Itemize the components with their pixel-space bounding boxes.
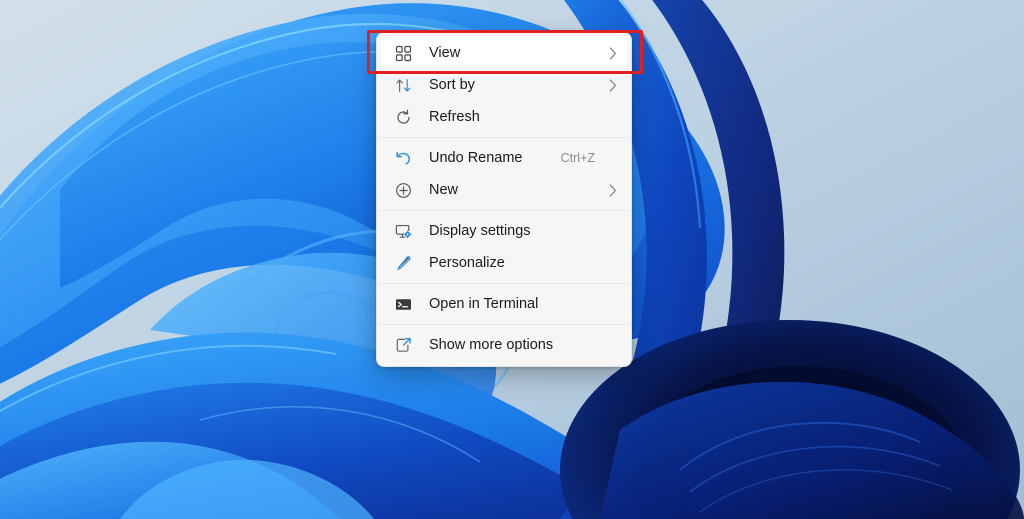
refresh-icon bbox=[393, 107, 413, 127]
menu-item-display-settings[interactable]: Display settings bbox=[381, 215, 627, 247]
plus-circle-icon bbox=[393, 180, 413, 200]
menu-item-label: Show more options bbox=[429, 336, 554, 353]
menu-item-sort-by[interactable]: Sort by bbox=[381, 69, 627, 101]
menu-separator bbox=[378, 210, 630, 211]
menu-separator bbox=[378, 283, 630, 284]
menu-item-show-more-options[interactable]: Show more options bbox=[381, 329, 627, 361]
menu-item-undo-rename[interactable]: Undo Rename Ctrl+Z bbox=[381, 142, 627, 174]
desktop-screen: View Sort by Refresh Undo Rename Ctrl+Z … bbox=[0, 0, 1024, 519]
paintbrush-icon bbox=[393, 253, 413, 273]
grid-view-icon bbox=[393, 43, 413, 63]
chevron-right-icon bbox=[603, 78, 617, 92]
chevron-right-icon bbox=[603, 183, 617, 197]
menu-item-open-in-terminal[interactable]: Open in Terminal bbox=[381, 288, 627, 320]
monitor-gear-icon bbox=[393, 221, 413, 241]
menu-item-label: Open in Terminal bbox=[429, 295, 539, 312]
menu-item-label: Personalize bbox=[429, 254, 505, 271]
menu-item-label: Display settings bbox=[429, 222, 531, 239]
menu-item-new[interactable]: New bbox=[381, 174, 627, 206]
menu-item-refresh[interactable]: Refresh bbox=[381, 101, 627, 133]
chevron-right-icon bbox=[603, 46, 617, 60]
sort-arrows-icon bbox=[393, 75, 413, 95]
menu-separator bbox=[378, 324, 630, 325]
expand-arrow-icon bbox=[393, 335, 413, 355]
menu-item-label: Undo Rename bbox=[429, 149, 523, 166]
menu-item-label: New bbox=[429, 181, 459, 198]
menu-item-shortcut: Ctrl+Z bbox=[560, 151, 595, 165]
menu-item-view[interactable]: View bbox=[381, 37, 627, 69]
menu-separator bbox=[378, 137, 630, 138]
menu-item-label: Sort by bbox=[429, 76, 475, 93]
desktop-context-menu[interactable]: View Sort by Refresh Undo Rename Ctrl+Z … bbox=[376, 32, 632, 367]
menu-item-label: Refresh bbox=[429, 108, 480, 125]
undo-icon bbox=[393, 148, 413, 168]
menu-item-label: View bbox=[429, 44, 461, 61]
terminal-icon bbox=[393, 294, 413, 314]
menu-item-personalize[interactable]: Personalize bbox=[381, 247, 627, 279]
